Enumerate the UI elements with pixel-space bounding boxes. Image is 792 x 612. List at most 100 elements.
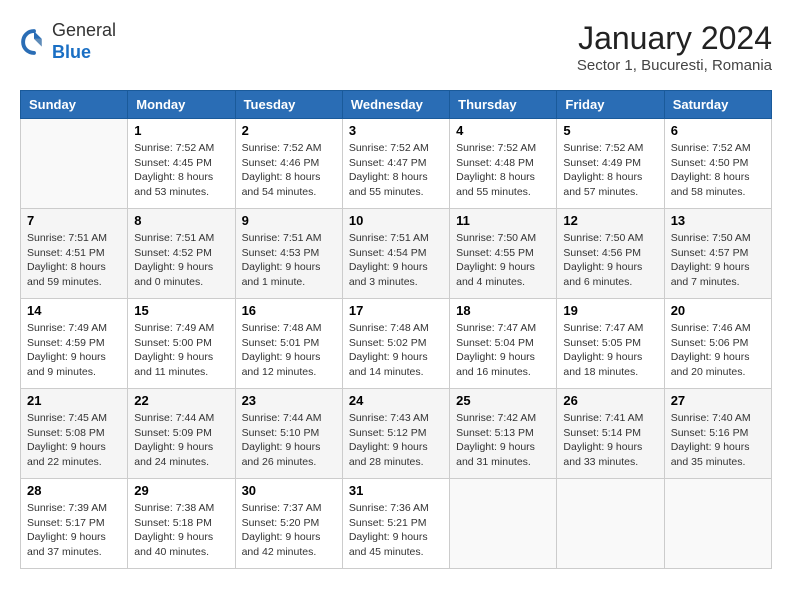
page-header: General Blue January 2024 Sector 1, Bucu… <box>20 20 772 74</box>
day-number: 26 <box>563 393 657 408</box>
day-info: Sunrise: 7:51 AMSunset: 4:52 PMDaylight:… <box>134 231 228 290</box>
week-row-1: 1Sunrise: 7:52 AMSunset: 4:45 PMDaylight… <box>21 119 772 209</box>
day-info: Sunrise: 7:43 AMSunset: 5:12 PMDaylight:… <box>349 411 443 470</box>
day-number: 6 <box>671 123 765 138</box>
calendar-cell: 13 Sunrise: 7:50 AMSunset: 4:57 PMDayligh… <box>664 209 771 299</box>
calendar-cell: 22 Sunrise: 7:44 AMSunset: 5:09 PMDayligh… <box>128 389 235 479</box>
calendar-cell: 2 Sunrise: 7:52 AMSunset: 4:46 PMDaylight… <box>235 119 342 209</box>
calendar-cell: 20 Sunrise: 7:46 AMSunset: 5:06 PMDayligh… <box>664 299 771 389</box>
day-info: Sunrise: 7:37 AMSunset: 5:20 PMDaylight:… <box>242 501 336 560</box>
day-number: 28 <box>27 483 121 498</box>
header-saturday: Saturday <box>664 91 771 119</box>
day-number: 9 <box>242 213 336 228</box>
day-info: Sunrise: 7:51 AMSunset: 4:53 PMDaylight:… <box>242 231 336 290</box>
week-row-2: 7 Sunrise: 7:51 AMSunset: 4:51 PMDaylight… <box>21 209 772 299</box>
day-number: 22 <box>134 393 228 408</box>
day-info: Sunrise: 7:39 AMSunset: 5:17 PMDaylight:… <box>27 501 121 560</box>
calendar-cell: 24 Sunrise: 7:43 AMSunset: 5:12 PMDayligh… <box>342 389 449 479</box>
day-number: 31 <box>349 483 443 498</box>
day-number: 27 <box>671 393 765 408</box>
day-info: Sunrise: 7:48 AMSunset: 5:02 PMDaylight:… <box>349 321 443 380</box>
day-info: Sunrise: 7:52 AMSunset: 4:47 PMDaylight:… <box>349 141 443 200</box>
logo-blue-text: Blue <box>52 42 91 62</box>
day-info: Sunrise: 7:51 AMSunset: 4:54 PMDaylight:… <box>349 231 443 290</box>
day-number: 15 <box>134 303 228 318</box>
day-number: 2 <box>242 123 336 138</box>
day-number: 10 <box>349 213 443 228</box>
location-subtitle: Sector 1, Bucuresti, Romania <box>577 57 772 74</box>
day-info: Sunrise: 7:51 AMSunset: 4:51 PMDaylight:… <box>27 231 121 290</box>
header-tuesday: Tuesday <box>235 91 342 119</box>
calendar-cell: 18Sunrise: 7:47 AMSunset: 5:04 PMDayligh… <box>450 299 557 389</box>
day-info: Sunrise: 7:52 AMSunset: 4:46 PMDaylight:… <box>242 141 336 200</box>
day-number: 3 <box>349 123 443 138</box>
logo-icon <box>20 28 48 56</box>
month-year-title: January 2024 <box>577 20 772 57</box>
calendar-table: SundayMondayTuesdayWednesdayThursdayFrid… <box>20 90 772 569</box>
day-number: 5 <box>563 123 657 138</box>
day-info: Sunrise: 7:44 AMSunset: 5:10 PMDaylight:… <box>242 411 336 470</box>
day-number: 17 <box>349 303 443 318</box>
calendar-cell: 19 Sunrise: 7:47 AMSunset: 5:05 PMDayligh… <box>557 299 664 389</box>
calendar-cell: 10 Sunrise: 7:51 AMSunset: 4:54 PMDayligh… <box>342 209 449 299</box>
calendar-cell: 28 Sunrise: 7:39 AMSunset: 5:17 PMDayligh… <box>21 479 128 569</box>
calendar-cell: 12Sunrise: 7:50 AMSunset: 4:56 PMDayligh… <box>557 209 664 299</box>
day-info: Sunrise: 7:50 AMSunset: 4:55 PMDaylight:… <box>456 231 550 290</box>
day-info: Sunrise: 7:45 AMSunset: 5:08 PMDaylight:… <box>27 411 121 470</box>
day-number: 19 <box>563 303 657 318</box>
day-number: 7 <box>27 213 121 228</box>
calendar-cell: 31 Sunrise: 7:36 AMSunset: 5:21 PMDayligh… <box>342 479 449 569</box>
day-info: Sunrise: 7:46 AMSunset: 5:06 PMDaylight:… <box>671 321 765 380</box>
title-block: January 2024 Sector 1, Bucuresti, Romani… <box>577 20 772 74</box>
calendar-cell: 25Sunrise: 7:42 AMSunset: 5:13 PMDayligh… <box>450 389 557 479</box>
calendar-cell: 26 Sunrise: 7:41 AMSunset: 5:14 PMDayligh… <box>557 389 664 479</box>
calendar-cell <box>664 479 771 569</box>
day-number: 20 <box>671 303 765 318</box>
day-info: Sunrise: 7:50 AMSunset: 4:57 PMDaylight:… <box>671 231 765 290</box>
calendar-cell: 29Sunrise: 7:38 AMSunset: 5:18 PMDayligh… <box>128 479 235 569</box>
calendar-cell <box>21 119 128 209</box>
day-number: 11 <box>456 213 550 228</box>
day-number: 18 <box>456 303 550 318</box>
calendar-cell: 21 Sunrise: 7:45 AMSunset: 5:08 PMDayligh… <box>21 389 128 479</box>
header-friday: Friday <box>557 91 664 119</box>
day-number: 8 <box>134 213 228 228</box>
logo-general-text: General <box>52 20 116 40</box>
calendar-cell: 17 Sunrise: 7:48 AMSunset: 5:02 PMDayligh… <box>342 299 449 389</box>
calendar-cell <box>557 479 664 569</box>
calendar-cell: 15Sunrise: 7:49 AMSunset: 5:00 PMDayligh… <box>128 299 235 389</box>
calendar-cell: 3 Sunrise: 7:52 AMSunset: 4:47 PMDaylight… <box>342 119 449 209</box>
day-info: Sunrise: 7:38 AMSunset: 5:18 PMDaylight:… <box>134 501 228 560</box>
day-info: Sunrise: 7:36 AMSunset: 5:21 PMDaylight:… <box>349 501 443 560</box>
day-info: Sunrise: 7:44 AMSunset: 5:09 PMDaylight:… <box>134 411 228 470</box>
header-thursday: Thursday <box>450 91 557 119</box>
day-info: Sunrise: 7:52 AMSunset: 4:50 PMDaylight:… <box>671 141 765 200</box>
calendar-header-row: SundayMondayTuesdayWednesdayThursdayFrid… <box>21 91 772 119</box>
calendar-cell: 4Sunrise: 7:52 AMSunset: 4:48 PMDaylight… <box>450 119 557 209</box>
day-number: 30 <box>242 483 336 498</box>
calendar-cell: 11 Sunrise: 7:50 AMSunset: 4:55 PMDayligh… <box>450 209 557 299</box>
week-row-5: 28 Sunrise: 7:39 AMSunset: 5:17 PMDayligh… <box>21 479 772 569</box>
day-number: 1 <box>134 123 228 138</box>
day-number: 13 <box>671 213 765 228</box>
calendar-cell: 7 Sunrise: 7:51 AMSunset: 4:51 PMDaylight… <box>21 209 128 299</box>
calendar-cell: 6 Sunrise: 7:52 AMSunset: 4:50 PMDaylight… <box>664 119 771 209</box>
day-number: 24 <box>349 393 443 408</box>
day-info: Sunrise: 7:47 AMSunset: 5:05 PMDaylight:… <box>563 321 657 380</box>
calendar-cell: 8 Sunrise: 7:51 AMSunset: 4:52 PMDaylight… <box>128 209 235 299</box>
day-info: Sunrise: 7:41 AMSunset: 5:14 PMDaylight:… <box>563 411 657 470</box>
logo: General Blue <box>20 20 116 63</box>
logo-text: General Blue <box>52 20 116 63</box>
calendar-cell: 9 Sunrise: 7:51 AMSunset: 4:53 PMDaylight… <box>235 209 342 299</box>
day-number: 16 <box>242 303 336 318</box>
day-info: Sunrise: 7:40 AMSunset: 5:16 PMDaylight:… <box>671 411 765 470</box>
day-info: Sunrise: 7:50 AMSunset: 4:56 PMDaylight:… <box>563 231 657 290</box>
day-number: 4 <box>456 123 550 138</box>
calendar-cell <box>450 479 557 569</box>
calendar-cell: 23Sunrise: 7:44 AMSunset: 5:10 PMDayligh… <box>235 389 342 479</box>
calendar-cell: 14Sunrise: 7:49 AMSunset: 4:59 PMDayligh… <box>21 299 128 389</box>
day-number: 21 <box>27 393 121 408</box>
day-info: Sunrise: 7:52 AMSunset: 4:49 PMDaylight:… <box>563 141 657 200</box>
header-wednesday: Wednesday <box>342 91 449 119</box>
day-info: Sunrise: 7:48 AMSunset: 5:01 PMDaylight:… <box>242 321 336 380</box>
